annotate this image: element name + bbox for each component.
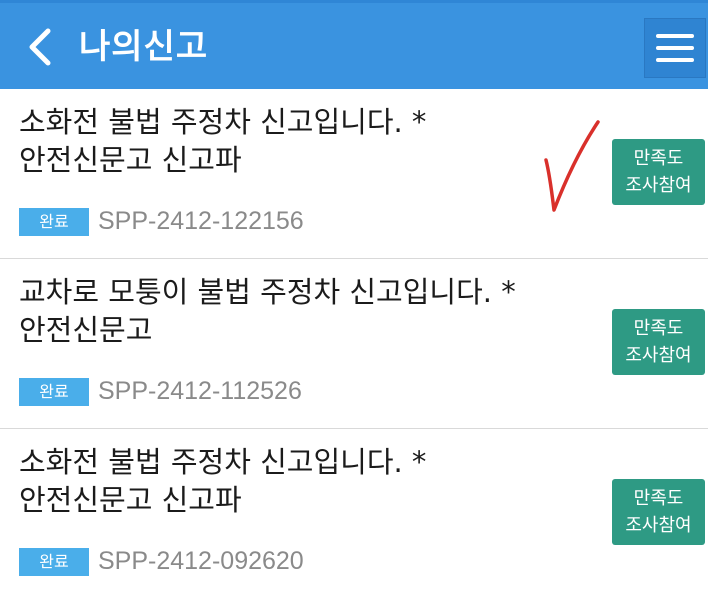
page-title: 나의신고: [79, 27, 209, 67]
report-number: SPP-2412-092620: [98, 547, 304, 575]
survey-button-label-line2: 조사참여: [625, 515, 692, 536]
survey-button-label-line1: 만족도: [633, 318, 684, 339]
report-title: 소화전 불법 주정차 신고입니다. * 안전신문고 신고파: [19, 105, 427, 177]
survey-button-label-line2: 조사참여: [625, 175, 692, 196]
menu-button[interactable]: [644, 18, 706, 78]
status-badge: 완료: [19, 548, 89, 576]
satisfaction-survey-button[interactable]: 만족도 조사참여: [612, 479, 705, 545]
report-title: 교차로 모퉁이 불법 주정차 신고입니다. * 안전신문고: [19, 275, 516, 347]
app-header: 나의신고: [0, 0, 708, 89]
survey-button-label-line1: 만족도: [633, 488, 684, 509]
satisfaction-survey-button[interactable]: 만족도 조사참여: [612, 309, 705, 375]
satisfaction-survey-button[interactable]: 만족도 조사참여: [612, 139, 705, 205]
back-button[interactable]: [18, 19, 62, 75]
report-number: SPP-2412-122156: [98, 207, 304, 235]
report-list-item[interactable]: 소화전 불법 주정차 신고입니다. * 안전신문고 신고파 완료 SPP-241…: [0, 89, 708, 259]
chevron-left-icon: [29, 28, 51, 66]
survey-button-label-line2: 조사참여: [625, 345, 692, 366]
status-badge: 완료: [19, 208, 89, 236]
report-list-item[interactable]: 소화전 불법 주정차 신고입니다. * 안전신문고 신고파 완료 SPP-241…: [0, 429, 708, 596]
hamburger-menu-icon: [656, 30, 694, 66]
status-badge: 완료: [19, 378, 89, 406]
my-reports-screen: 나의신고 소화전 불법 주정차 신고입니다. * 안전신문고 신고파 완료 SP…: [0, 0, 708, 596]
report-title: 소화전 불법 주정차 신고입니다. * 안전신문고 신고파: [19, 445, 427, 517]
report-list-item[interactable]: 교차로 모퉁이 불법 주정차 신고입니다. * 안전신문고 완료 SPP-241…: [0, 259, 708, 429]
survey-button-label-line1: 만족도: [633, 148, 684, 169]
report-list: 소화전 불법 주정차 신고입니다. * 안전신문고 신고파 완료 SPP-241…: [0, 89, 708, 596]
report-number: SPP-2412-112526: [98, 377, 302, 405]
